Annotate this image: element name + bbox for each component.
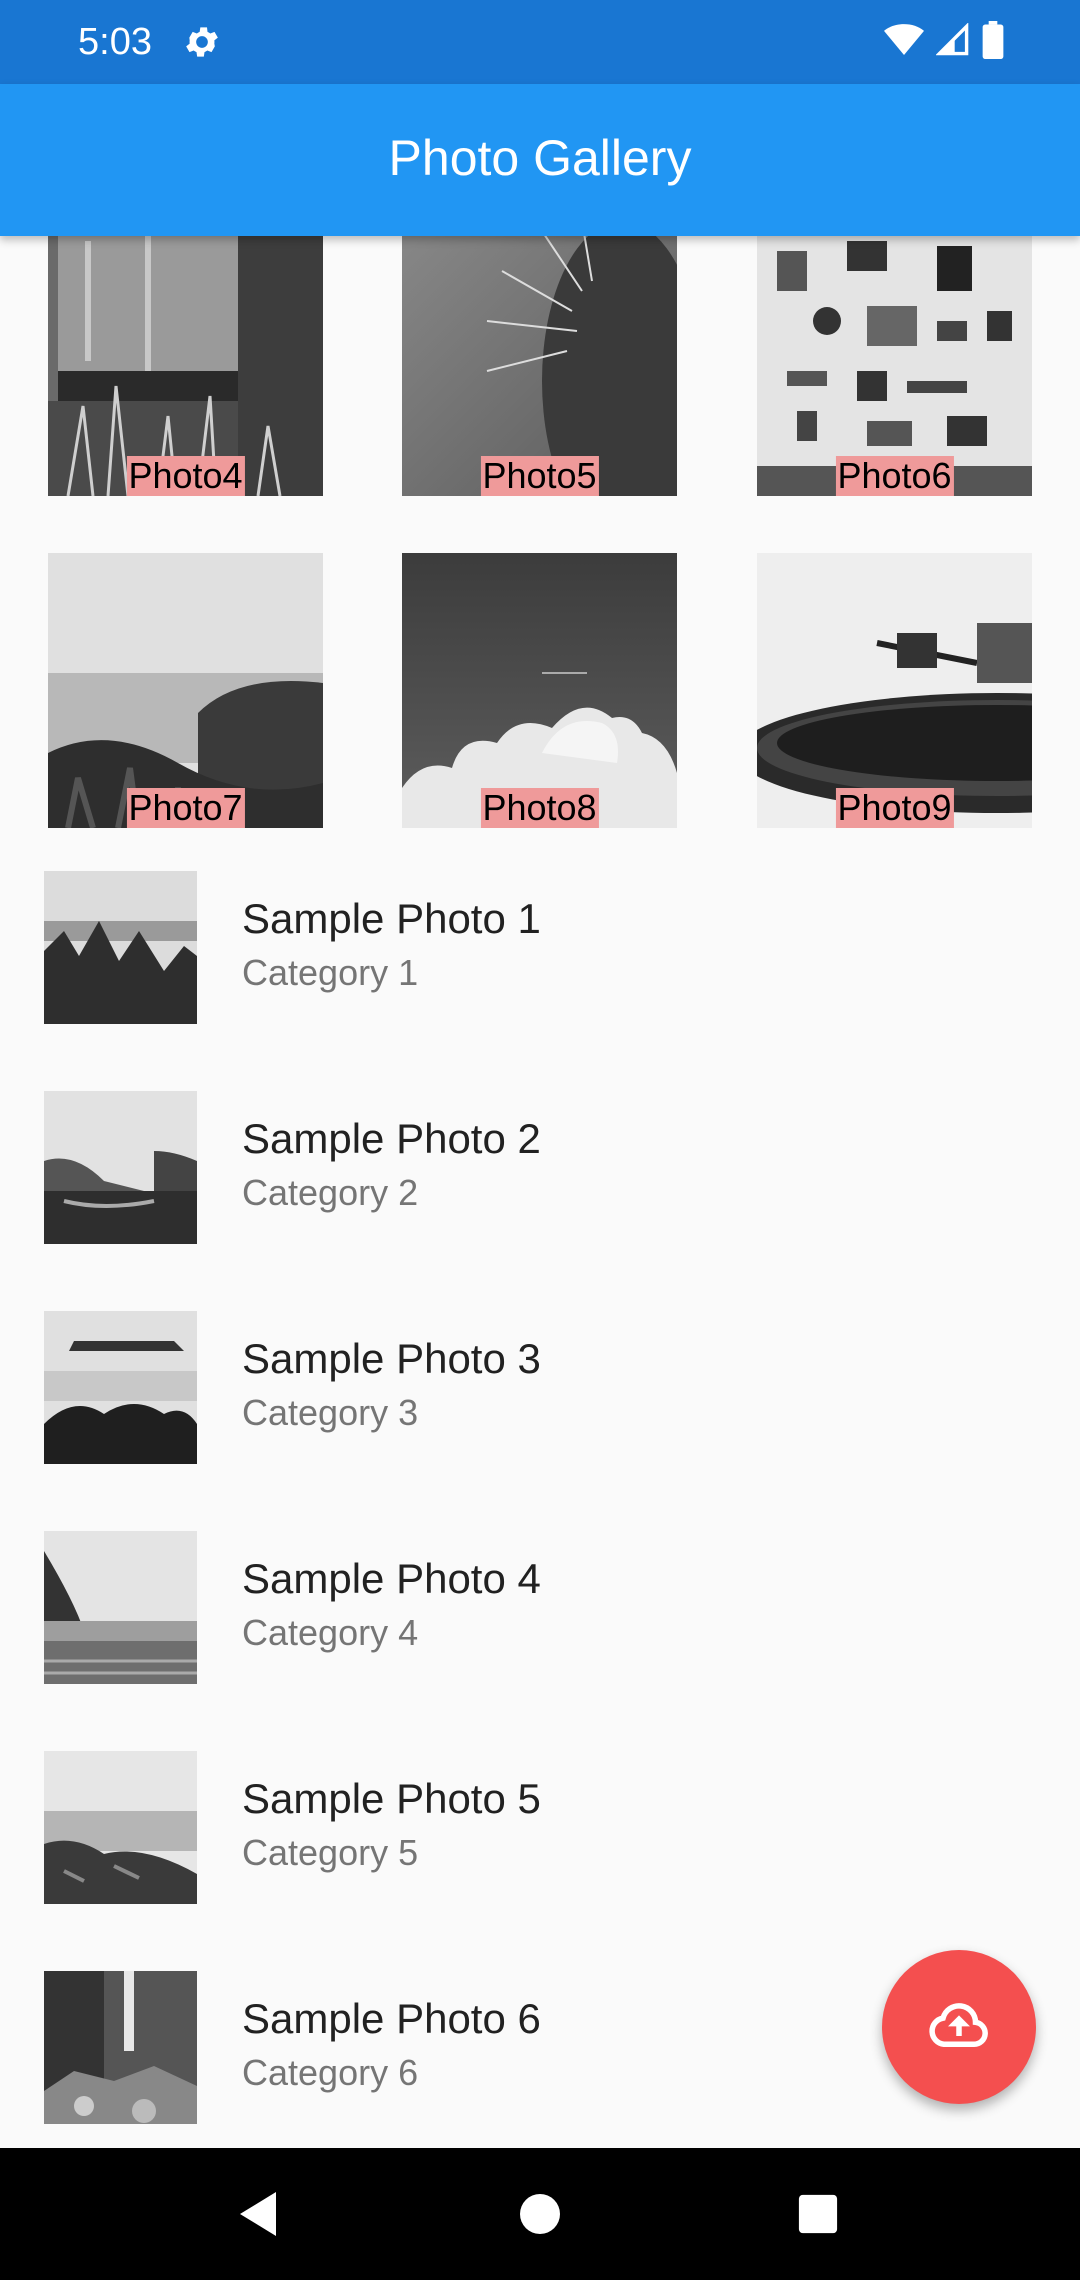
photo-label: Photo4 [126,455,245,496]
item-category: Category 3 [242,1392,419,1433]
gallery-content[interactable]: Photo4 Photo5 Photo6 Photo7 Photo8 Photo… [0,236,1080,2148]
list-item[interactable]: Sample Photo 2 Category 2 [0,1056,1080,1276]
gear-icon [182,22,222,62]
thumbnail [44,1971,197,2124]
item-title: Sample Photo 5 [242,1775,541,1822]
list-item[interactable]: Sample Photo 1 Category 1 [0,836,1080,1056]
home-icon[interactable] [510,2184,570,2244]
photo-label: Photo7 [126,787,245,828]
photo-tile[interactable]: Photo8 [402,553,677,828]
item-title: Sample Photo 3 [242,1335,541,1382]
item-category: Category 6 [242,2052,419,2093]
photo-label: Photo9 [835,787,954,828]
photo-tile[interactable]: Photo4 [48,236,323,496]
thumbnail [44,1311,197,1464]
photo-tile[interactable]: Photo9 [757,553,1032,828]
battery-icon [982,20,1004,64]
status-time: 5:03 [78,21,152,63]
item-category: Category 5 [242,1832,419,1873]
list-item[interactable]: Sample Photo 5 Category 5 [0,1716,1080,1936]
back-icon[interactable] [228,2184,288,2244]
item-title: Sample Photo 6 [242,1995,541,2042]
list-item[interactable]: Sample Photo 3 Category 3 [0,1276,1080,1496]
item-category: Category 2 [242,1172,419,1213]
thumbnail [44,1751,197,1904]
item-category: Category 4 [242,1612,419,1653]
thumbnail [44,1091,197,1244]
cell-signal-icon [935,21,970,62]
photo-label: Photo6 [835,455,954,496]
status-icons [884,20,1004,64]
cloud-upload-icon [926,1992,992,2063]
wifi-icon [884,23,924,62]
item-title: Sample Photo 1 [242,895,541,942]
page-title: Photo Gallery [388,130,692,186]
thumbnail [44,1531,197,1684]
status-bar: 5:03 [0,0,1080,84]
item-category: Category 1 [242,952,419,993]
app-bar: Photo Gallery [0,84,1080,236]
thumbnail [44,871,197,1024]
photo-label: Photo5 [480,455,599,496]
item-title: Sample Photo 2 [242,1115,541,1162]
photo-label: Photo8 [480,787,599,828]
upload-fab-button[interactable] [882,1950,1036,2104]
photo-tile[interactable]: Photo5 [402,236,677,496]
photo-tile[interactable]: Photo6 [757,236,1032,496]
photo-tile[interactable]: Photo7 [48,553,323,828]
list-item[interactable]: Sample Photo 4 Category 4 [0,1496,1080,1716]
system-nav-bar [0,2148,1080,2280]
item-title: Sample Photo 4 [242,1555,541,1602]
recents-icon[interactable] [788,2184,848,2244]
